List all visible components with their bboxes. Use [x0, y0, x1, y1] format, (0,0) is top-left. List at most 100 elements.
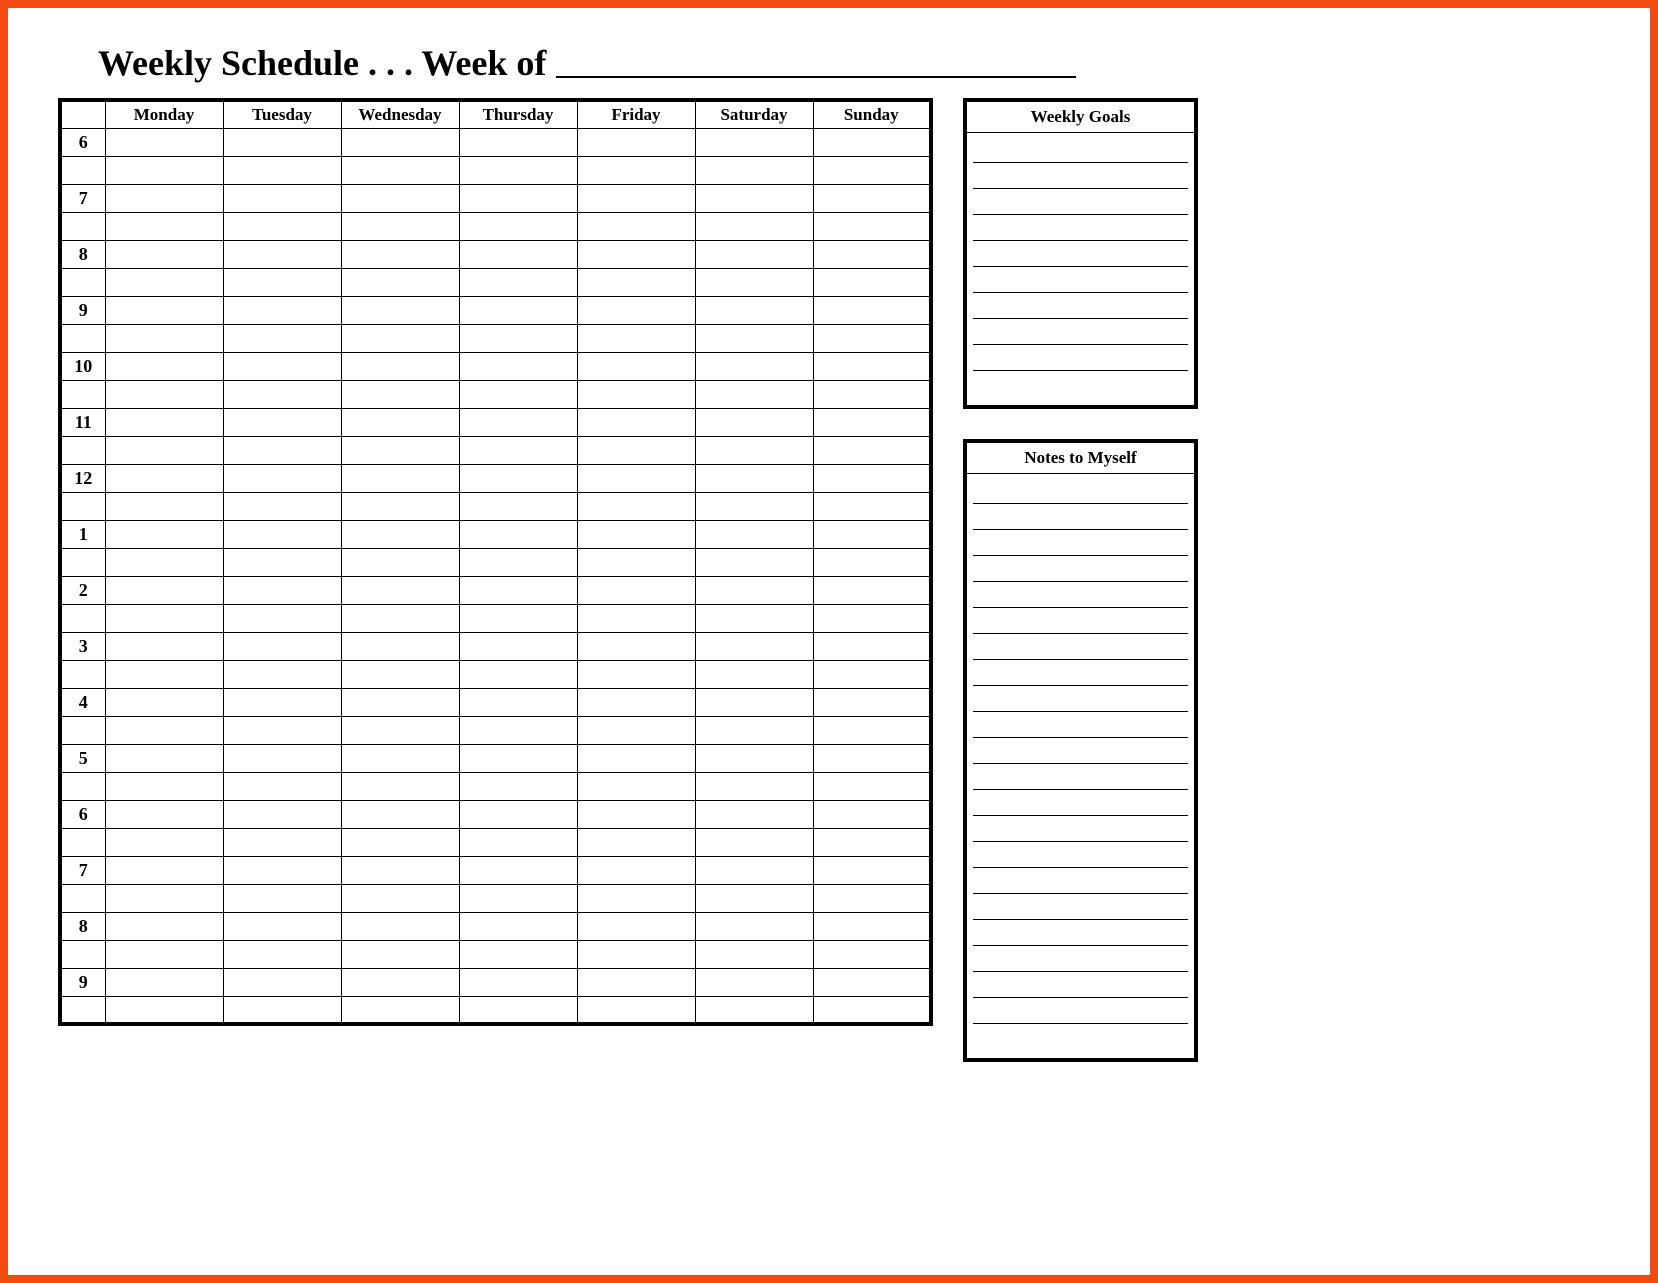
- schedule-cell[interactable]: [695, 940, 813, 968]
- week-of-blank-line[interactable]: [556, 42, 1076, 78]
- schedule-cell[interactable]: [223, 632, 341, 660]
- schedule-cell[interactable]: [695, 352, 813, 380]
- schedule-cell[interactable]: [813, 604, 931, 632]
- schedule-cell[interactable]: [223, 352, 341, 380]
- schedule-cell[interactable]: [813, 324, 931, 352]
- schedule-cell[interactable]: [223, 660, 341, 688]
- schedule-cell[interactable]: [341, 520, 459, 548]
- schedule-cell[interactable]: [695, 296, 813, 324]
- writing-line[interactable]: [973, 241, 1188, 267]
- schedule-cell[interactable]: [813, 856, 931, 884]
- schedule-cell[interactable]: [223, 856, 341, 884]
- schedule-cell[interactable]: [223, 212, 341, 240]
- schedule-cell[interactable]: [105, 492, 223, 520]
- schedule-cell[interactable]: [105, 912, 223, 940]
- writing-line[interactable]: [973, 504, 1188, 530]
- schedule-cell[interactable]: [577, 688, 695, 716]
- schedule-cell[interactable]: [577, 128, 695, 156]
- schedule-cell[interactable]: [695, 128, 813, 156]
- schedule-cell[interactable]: [695, 240, 813, 268]
- schedule-cell[interactable]: [459, 520, 577, 548]
- schedule-cell[interactable]: [105, 576, 223, 604]
- schedule-cell[interactable]: [341, 436, 459, 464]
- schedule-cell[interactable]: [459, 688, 577, 716]
- writing-line[interactable]: [973, 1024, 1188, 1050]
- schedule-cell[interactable]: [105, 240, 223, 268]
- schedule-cell[interactable]: [223, 828, 341, 856]
- schedule-cell[interactable]: [223, 436, 341, 464]
- schedule-cell[interactable]: [105, 604, 223, 632]
- schedule-cell[interactable]: [341, 884, 459, 912]
- schedule-cell[interactable]: [341, 744, 459, 772]
- schedule-cell[interactable]: [341, 408, 459, 436]
- schedule-cell[interactable]: [105, 212, 223, 240]
- schedule-cell[interactable]: [341, 240, 459, 268]
- schedule-cell[interactable]: [105, 128, 223, 156]
- schedule-cell[interactable]: [813, 408, 931, 436]
- schedule-cell[interactable]: [577, 576, 695, 604]
- schedule-cell[interactable]: [813, 632, 931, 660]
- schedule-cell[interactable]: [223, 716, 341, 744]
- schedule-cell[interactable]: [459, 436, 577, 464]
- schedule-cell[interactable]: [813, 436, 931, 464]
- schedule-cell[interactable]: [695, 912, 813, 940]
- schedule-cell[interactable]: [341, 716, 459, 744]
- schedule-cell[interactable]: [695, 548, 813, 576]
- schedule-cell[interactable]: [459, 380, 577, 408]
- schedule-cell[interactable]: [223, 128, 341, 156]
- writing-line[interactable]: [973, 790, 1188, 816]
- schedule-cell[interactable]: [105, 324, 223, 352]
- schedule-cell[interactable]: [813, 996, 931, 1024]
- schedule-cell[interactable]: [813, 520, 931, 548]
- schedule-cell[interactable]: [577, 268, 695, 296]
- schedule-cell[interactable]: [341, 800, 459, 828]
- schedule-cell[interactable]: [695, 268, 813, 296]
- schedule-cell[interactable]: [105, 436, 223, 464]
- schedule-cell[interactable]: [695, 604, 813, 632]
- schedule-cell[interactable]: [105, 184, 223, 212]
- schedule-cell[interactable]: [577, 940, 695, 968]
- schedule-cell[interactable]: [813, 296, 931, 324]
- writing-line[interactable]: [973, 267, 1188, 293]
- schedule-cell[interactable]: [341, 212, 459, 240]
- schedule-cell[interactable]: [459, 576, 577, 604]
- schedule-cell[interactable]: [459, 716, 577, 744]
- schedule-cell[interactable]: [577, 380, 695, 408]
- schedule-cell[interactable]: [105, 660, 223, 688]
- schedule-cell[interactable]: [459, 884, 577, 912]
- writing-line[interactable]: [973, 137, 1188, 163]
- schedule-cell[interactable]: [577, 520, 695, 548]
- schedule-cell[interactable]: [577, 800, 695, 828]
- writing-line[interactable]: [973, 946, 1188, 972]
- writing-line[interactable]: [973, 371, 1188, 397]
- schedule-cell[interactable]: [813, 716, 931, 744]
- schedule-cell[interactable]: [577, 772, 695, 800]
- schedule-cell[interactable]: [341, 968, 459, 996]
- schedule-cell[interactable]: [105, 884, 223, 912]
- schedule-cell[interactable]: [695, 996, 813, 1024]
- schedule-cell[interactable]: [341, 184, 459, 212]
- schedule-cell[interactable]: [577, 212, 695, 240]
- schedule-cell[interactable]: [105, 940, 223, 968]
- schedule-cell[interactable]: [341, 688, 459, 716]
- schedule-cell[interactable]: [813, 828, 931, 856]
- schedule-cell[interactable]: [813, 380, 931, 408]
- writing-line[interactable]: [973, 478, 1188, 504]
- writing-line[interactable]: [973, 998, 1188, 1024]
- schedule-cell[interactable]: [577, 492, 695, 520]
- schedule-cell[interactable]: [695, 856, 813, 884]
- schedule-cell[interactable]: [223, 968, 341, 996]
- schedule-cell[interactable]: [459, 492, 577, 520]
- schedule-cell[interactable]: [459, 156, 577, 184]
- schedule-cell[interactable]: [105, 464, 223, 492]
- writing-line[interactable]: [973, 189, 1188, 215]
- schedule-cell[interactable]: [577, 912, 695, 940]
- writing-line[interactable]: [973, 319, 1188, 345]
- writing-line[interactable]: [973, 868, 1188, 894]
- schedule-cell[interactable]: [105, 744, 223, 772]
- schedule-cell[interactable]: [459, 996, 577, 1024]
- schedule-cell[interactable]: [223, 884, 341, 912]
- schedule-cell[interactable]: [223, 492, 341, 520]
- schedule-cell[interactable]: [577, 744, 695, 772]
- schedule-cell[interactable]: [341, 828, 459, 856]
